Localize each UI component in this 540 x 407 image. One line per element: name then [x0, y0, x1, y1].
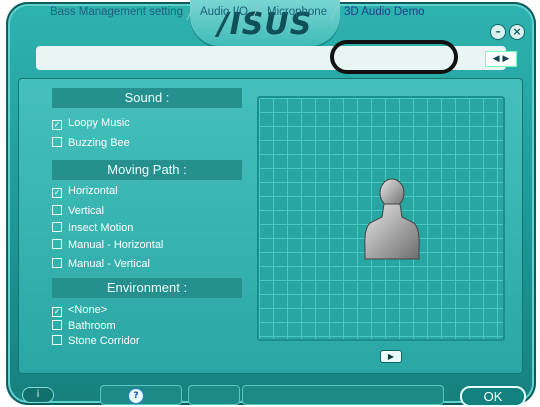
moving-path-heading: Moving Path :: [52, 160, 242, 180]
checkbox-icon[interactable]: [52, 137, 62, 147]
play-button[interactable]: ▶: [380, 350, 402, 363]
option-horizontal[interactable]: ✓ Horizontal: [52, 183, 118, 199]
option-loopy-music[interactable]: ✓ Loopy Music: [52, 115, 130, 131]
minimize-icon[interactable]: –: [490, 24, 506, 40]
tab-scroll-arrows[interactable]: ◀ ▶: [485, 51, 517, 67]
option-buzzing-bee[interactable]: Buzzing Bee: [52, 135, 130, 151]
option-insect-motion[interactable]: Insect Motion: [52, 220, 133, 236]
option-stone-corridor[interactable]: Stone Corridor: [52, 333, 140, 349]
option-manual-vertical[interactable]: Manual - Vertical: [52, 256, 150, 272]
checkbox-icon[interactable]: [52, 335, 62, 345]
checkbox-icon[interactable]: ✓: [52, 307, 62, 317]
help-icon[interactable]: ?: [128, 388, 144, 404]
checkbox-icon[interactable]: ✓: [52, 188, 62, 198]
sound-heading: Sound :: [52, 88, 242, 108]
tab-3d-audio-demo[interactable]: 3D Audio Demo: [344, 3, 425, 22]
close-icon[interactable]: ×: [509, 24, 525, 40]
checkbox-icon[interactable]: [52, 205, 62, 215]
checkbox-icon[interactable]: ✓: [52, 120, 62, 130]
bottom-bar-segment: [242, 385, 444, 405]
checkbox-icon[interactable]: [52, 239, 62, 249]
ok-button[interactable]: OK: [460, 386, 526, 407]
info-button[interactable]: i: [22, 387, 54, 403]
tab-microphone[interactable]: Microphone: [267, 3, 327, 22]
tab-bass-management[interactable]: Bass Management setting: [50, 3, 183, 22]
option-manual-horizontal[interactable]: Manual - Horizontal: [52, 237, 163, 253]
option-vertical[interactable]: Vertical: [52, 203, 104, 219]
option-bathroom[interactable]: Bathroom: [52, 318, 116, 334]
tab-highlight-ring: [330, 40, 458, 74]
option-none[interactable]: ✓ <None>: [52, 302, 107, 318]
checkbox-icon[interactable]: [52, 320, 62, 330]
tab-audio-io[interactable]: Audio I/O: [200, 3, 248, 22]
bottom-bar-segment: [188, 385, 240, 405]
checkbox-icon[interactable]: [52, 258, 62, 268]
listener-head-icon: [364, 178, 420, 260]
environment-heading: Environment :: [52, 278, 242, 298]
checkbox-icon[interactable]: [52, 222, 62, 232]
